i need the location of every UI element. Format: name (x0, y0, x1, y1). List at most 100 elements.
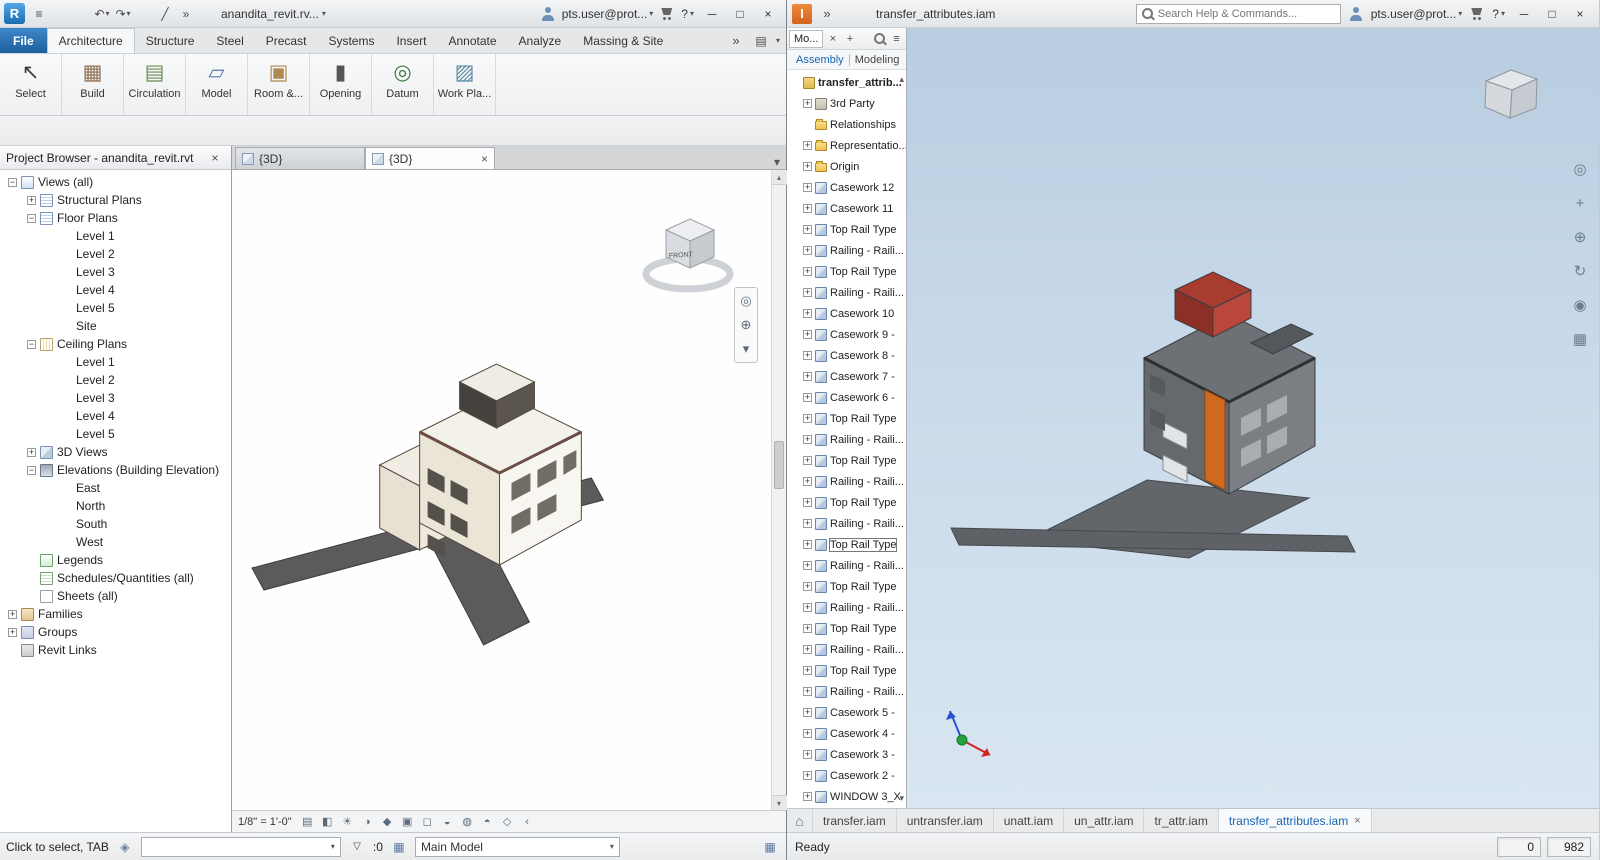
expander-icon[interactable] (803, 540, 812, 549)
expander-icon[interactable] (27, 339, 36, 349)
tree-item[interactable]: Level 2 (0, 245, 231, 263)
model-tree-item[interactable]: Casework 8 - (787, 345, 906, 366)
view-tab[interactable]: {3D} (235, 147, 365, 169)
redo-icon[interactable]: ↷ (113, 4, 133, 24)
model-tree-item[interactable]: Top Rail Type (787, 450, 906, 471)
expander-icon[interactable] (803, 729, 812, 738)
browser-search-icon[interactable] (872, 31, 887, 47)
expander-icon[interactable] (803, 624, 812, 633)
document-tab[interactable]: unatt.iam (994, 809, 1065, 832)
expander-icon[interactable] (803, 582, 812, 591)
model-tree-item[interactable]: Railing - Raili... (787, 513, 906, 534)
tree-item[interactable]: Level 3 (0, 389, 231, 407)
model-tree-item[interactable]: Railing - Raili... (787, 471, 906, 492)
model-tree-item[interactable]: Casework 12 (787, 177, 906, 198)
design-option-select[interactable]: Main Model (414, 836, 620, 857)
tree-item[interactable]: Level 5 (0, 299, 231, 317)
view-tab-list-icon[interactable] (774, 155, 780, 169)
ribbon-tab[interactable]: Architecture (46, 28, 135, 53)
tree-item[interactable]: Sheets (all) (0, 587, 231, 605)
model-tree-item[interactable]: Top Rail Type (787, 660, 906, 681)
view-tab[interactable]: {3D} (365, 147, 495, 169)
model-tree-item[interactable]: Railing - Raili... (787, 597, 906, 618)
nav-options-icon[interactable]: ▾ (737, 340, 755, 358)
temporary-view-properties-icon[interactable]: ◓ (479, 813, 496, 830)
scrollbar-thumb[interactable] (774, 441, 784, 490)
datum-panel-button[interactable]: ◎ Datum (372, 54, 434, 115)
viewcube[interactable]: FRONT (638, 208, 738, 303)
model-tree-item[interactable]: Railing - Raili... (787, 282, 906, 303)
room-area-panel-button[interactable]: ▣ Room &... (248, 54, 310, 115)
expander-icon[interactable] (8, 177, 17, 187)
pan-icon[interactable]: + (1569, 192, 1591, 214)
tree-item[interactable]: Floor Plans (0, 209, 231, 227)
document-tab[interactable]: transfer_attributes.iam (1218, 809, 1372, 832)
tree-item[interactable]: Elevations (Building Elevation) (0, 461, 231, 479)
scroll-up-icon[interactable] (771, 170, 787, 185)
detail-level-icon[interactable]: ▤ (299, 813, 316, 830)
expander-icon[interactable] (27, 465, 36, 475)
active-workset-select[interactable] (140, 836, 341, 857)
expander-icon[interactable] (803, 267, 812, 276)
ribbon-tab[interactable]: Systems (317, 28, 385, 53)
opening-panel-button[interactable]: ▮ Opening (310, 54, 372, 115)
ribbon-tab[interactable]: Structure (135, 28, 206, 53)
help-menu[interactable]: ? (681, 7, 694, 21)
expander-icon[interactable] (27, 195, 36, 205)
model-tree-item[interactable]: 3rd Party (787, 93, 906, 114)
undo-icon[interactable]: ↶ (92, 4, 112, 24)
build-panel-button[interactable]: ▦ Build (62, 54, 124, 115)
scroll-left-icon[interactable]: ‹ (519, 813, 536, 830)
model-tree-item[interactable]: Casework 2 - (787, 765, 906, 786)
close-button[interactable]: × (754, 3, 782, 25)
expander-icon[interactable] (803, 372, 812, 381)
model-tree-item[interactable]: Top Rail Type (787, 261, 906, 282)
account-menu[interactable]: pts.user@prot... (1371, 7, 1463, 21)
tree-item[interactable]: Level 1 (0, 227, 231, 245)
close-browser-icon[interactable] (825, 31, 840, 47)
expander-icon[interactable] (803, 519, 812, 528)
tree-item[interactable]: Schedules/Quantities (all) (0, 569, 231, 587)
tree-item[interactable]: Revit Links (0, 641, 231, 659)
ribbon-tab[interactable]: Annotate (437, 28, 507, 53)
expander-icon[interactable] (803, 456, 812, 465)
model-tree-item[interactable]: Top Rail Type (787, 618, 906, 639)
model-tree-item[interactable]: Casework 4 - (787, 723, 906, 744)
store-cart-icon[interactable] (657, 4, 677, 24)
document-tab[interactable]: transfer.iam (813, 809, 897, 832)
print-icon[interactable] (134, 4, 154, 24)
expander-icon[interactable] (803, 330, 812, 339)
tree-item[interactable]: East (0, 479, 231, 497)
expander-icon[interactable] (803, 477, 812, 486)
revit-logo-icon[interactable]: R (4, 3, 25, 24)
qat-overflow-icon[interactable]: » (176, 4, 196, 24)
ribbon-tab[interactable]: Precast (255, 28, 318, 53)
model-tree-item[interactable]: Casework 9 - (787, 324, 906, 345)
ribbon-tab[interactable]: Steel (205, 28, 254, 53)
expander-icon[interactable] (803, 393, 812, 402)
model-tree-item[interactable]: Casework 10 (787, 303, 906, 324)
collapse-root-icon[interactable] (899, 74, 904, 85)
expander-icon[interactable] (803, 435, 812, 444)
expander-icon[interactable] (8, 627, 17, 637)
tree-item[interactable]: 3D Views (0, 443, 231, 461)
close-project-browser-icon[interactable] (205, 148, 225, 168)
expander-icon[interactable] (803, 561, 812, 570)
model-tree-item[interactable]: Casework 7 - (787, 366, 906, 387)
model-tree-item[interactable]: Railing - Raili... (787, 240, 906, 261)
minimize-button[interactable]: ─ (1510, 3, 1538, 25)
tree-item[interactable]: Families (0, 605, 231, 623)
tree-item[interactable]: Level 4 (0, 407, 231, 425)
expander-icon[interactable] (803, 603, 812, 612)
viewcube[interactable] (1481, 66, 1541, 126)
expander-icon[interactable] (27, 447, 36, 457)
document-tab[interactable]: un_attr.iam (1064, 809, 1145, 832)
tree-item[interactable]: Legends (0, 551, 231, 569)
orbit-icon[interactable]: ↻ (1569, 260, 1591, 282)
show-crop-icon[interactable]: ◻ (419, 813, 436, 830)
model-tree-item[interactable]: Top Rail Type (787, 219, 906, 240)
expander-icon[interactable] (803, 141, 812, 150)
inventor-3d-viewport[interactable]: ◎ + ⊕ ↻ ◉ ▦ (907, 28, 1599, 808)
expander-icon[interactable] (803, 750, 812, 759)
sun-path-icon[interactable]: ☀ (339, 813, 356, 830)
